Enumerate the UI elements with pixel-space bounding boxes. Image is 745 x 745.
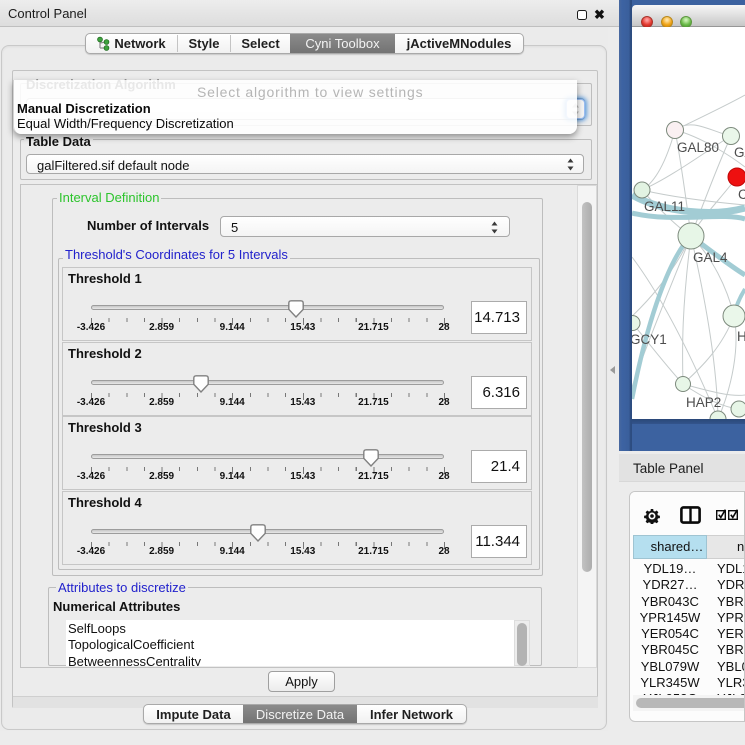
svg-text:GAL4: GAL4 <box>693 250 728 265</box>
svg-text:HAP2: HAP2 <box>686 395 721 410</box>
svg-text:GAL80: GAL80 <box>677 140 719 155</box>
svg-text:GAL11: GAL11 <box>644 199 685 214</box>
svg-text:GCY1: GCY1 <box>632 332 667 347</box>
svg-text:GA: GA <box>734 145 745 160</box>
svg-text:H: H <box>737 329 745 344</box>
svg-text:C: C <box>738 187 745 202</box>
